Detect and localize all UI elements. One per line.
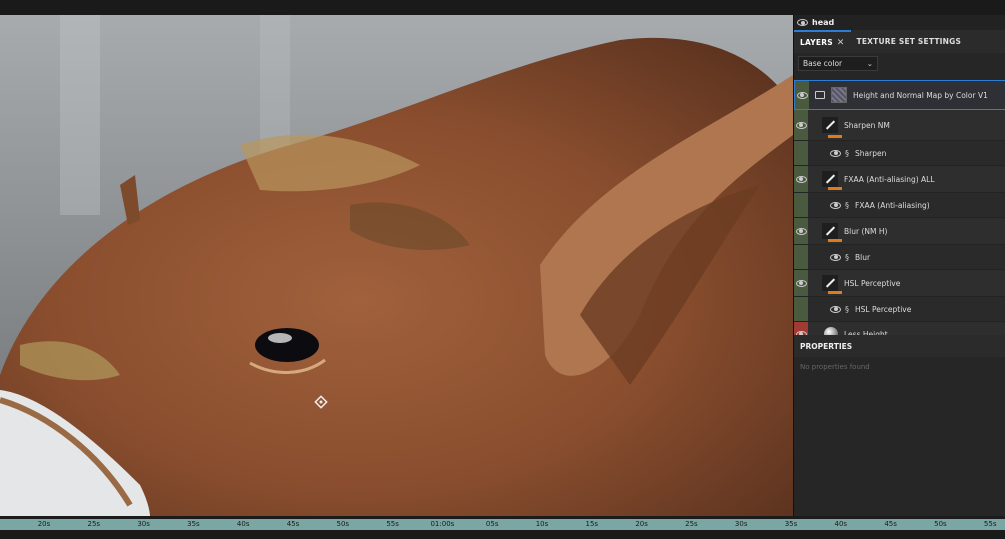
layer-visibility-strip xyxy=(794,297,808,321)
top-bar xyxy=(0,0,1005,15)
filter-icon: § xyxy=(845,148,849,158)
layer-visibility-strip xyxy=(794,193,808,217)
timeline-tick: 50s xyxy=(934,520,947,528)
timeline-tick: 25s xyxy=(87,520,101,528)
close-icon[interactable]: ✕ xyxy=(837,38,845,48)
panel-tabs: LAYERS ✕ TEXTURE SET SETTINGS xyxy=(794,30,1005,53)
eye-icon[interactable] xyxy=(830,305,841,313)
filter-name: HSL Perceptive xyxy=(855,304,912,314)
layer-visibility-strip[interactable] xyxy=(795,81,809,109)
timeline-tick: 35s xyxy=(187,520,200,528)
paint-layer-thumbnail xyxy=(822,223,838,239)
timeline-tick: 01:00s xyxy=(430,520,455,528)
properties-body: No properties found xyxy=(794,357,1005,516)
tab-texture-set-settings[interactable]: TEXTURE SET SETTINGS xyxy=(851,30,968,53)
mask-indicator xyxy=(828,187,842,190)
tab-texture-set-settings-label: TEXTURE SET SETTINGS xyxy=(856,37,962,46)
eye-icon[interactable] xyxy=(797,19,808,26)
tab-layers-label: LAYERS xyxy=(800,38,833,47)
timeline-tick: 05s xyxy=(485,520,499,528)
layer-name: Sharpen NM xyxy=(844,120,890,130)
folder-icon xyxy=(815,91,825,99)
timeline-tick: 15s xyxy=(585,520,599,528)
properties-header: PROPERTIES xyxy=(794,335,1005,357)
layer-visibility-strip[interactable] xyxy=(794,166,808,192)
eye-icon[interactable] xyxy=(795,279,807,287)
paint-layer-thumbnail xyxy=(822,275,838,291)
layer-visibility-strip[interactable] xyxy=(794,218,808,244)
eye-icon[interactable] xyxy=(795,175,807,183)
filter-icon: § xyxy=(845,200,849,210)
layer-name: Height and Normal Map by Color V1 xyxy=(853,90,988,100)
paint-layer-thumbnail xyxy=(822,171,838,187)
texture-set-header[interactable]: head xyxy=(794,15,1005,30)
layer-visibility-strip[interactable] xyxy=(794,110,808,140)
chevron-down-icon: ⌄ xyxy=(866,58,873,68)
timeline-tick: 35s xyxy=(784,520,798,528)
layer-item[interactable]: Sharpen NM xyxy=(794,110,1005,141)
filter-name: Blur xyxy=(855,252,871,262)
filter-item[interactable]: § FXAA (Anti-aliasing) xyxy=(794,193,1005,218)
timeline-track xyxy=(0,531,1005,539)
right-panel: head LAYERS ✕ TEXTURE SET SETTINGS Base … xyxy=(793,15,1005,516)
layer-item[interactable]: FXAA (Anti-aliasing) ALL xyxy=(794,166,1005,193)
folder-thumbnail xyxy=(831,87,847,103)
layer-item[interactable]: Blur (NM H) xyxy=(794,218,1005,245)
timeline-tick: 30s xyxy=(137,520,150,528)
channel-row: Base color ⌄ xyxy=(794,53,1005,73)
timeline-tick: 20s xyxy=(635,520,648,528)
timeline-tick: 25s xyxy=(685,520,698,528)
layer-folder[interactable]: Height and Normal Map by Color V1 xyxy=(794,80,1005,110)
timeline-tick: 45s xyxy=(286,520,300,528)
timeline-tick: 45s xyxy=(884,520,897,528)
eye-icon[interactable] xyxy=(830,149,841,157)
tab-layers[interactable]: LAYERS ✕ xyxy=(794,30,851,53)
layer-visibility-strip xyxy=(794,245,808,269)
properties-title: PROPERTIES xyxy=(800,341,853,351)
layer-stack: Height and Normal Map by Color V1 Sharpe… xyxy=(794,80,1005,347)
eye-icon[interactable] xyxy=(795,121,807,129)
eye-icon[interactable] xyxy=(830,253,841,261)
channel-dropdown[interactable]: Base color ⌄ xyxy=(798,55,878,71)
layer-name: HSL Perceptive xyxy=(844,278,901,288)
filter-name: Sharpen xyxy=(855,148,887,158)
timeline-tick: 55s xyxy=(983,520,997,528)
properties-empty-text: No properties found xyxy=(800,363,870,371)
layer-item[interactable]: HSL Perceptive xyxy=(794,270,1005,297)
channel-dropdown-value: Base color xyxy=(803,58,843,68)
timeline-tick: 10s xyxy=(535,520,549,528)
filter-name: FXAA (Anti-aliasing) xyxy=(855,200,930,210)
filter-item[interactable]: § Blur xyxy=(794,245,1005,270)
eye-icon[interactable] xyxy=(830,201,841,209)
texture-set-name: head xyxy=(812,18,835,27)
timeline-tick: 50s xyxy=(336,520,350,528)
eye-icon[interactable] xyxy=(796,91,808,99)
creature-render xyxy=(0,15,793,516)
layer-name: Blur (NM H) xyxy=(844,226,888,236)
timeline-ruler[interactable]: 20s 25s 30s 35s 40s 45s 50s 55s 01:00s 05s 10s 15s 2… xyxy=(0,519,1005,530)
layer-visibility-strip xyxy=(794,141,808,165)
timeline-tick: 30s xyxy=(734,520,748,528)
filter-icon: § xyxy=(845,304,849,314)
3d-viewport[interactable] xyxy=(0,15,793,516)
timeline-tick: 20s xyxy=(37,520,51,528)
timeline-tick: 40s xyxy=(834,520,848,528)
layer-name: FXAA (Anti-aliasing) ALL xyxy=(844,174,935,184)
timeline: 20s 25s 30s 35s 40s 45s 50s 55s 01:00s 05s 10s 15s 2… xyxy=(0,516,1005,539)
mask-indicator xyxy=(828,291,842,294)
filter-item[interactable]: § HSL Perceptive xyxy=(794,297,1005,322)
timeline-tick: 40s xyxy=(236,520,250,528)
filter-item[interactable]: § Sharpen xyxy=(794,141,1005,166)
eye-icon[interactable] xyxy=(795,227,807,235)
mask-indicator xyxy=(828,135,842,138)
paint-layer-thumbnail xyxy=(822,117,838,133)
mask-indicator xyxy=(828,239,842,242)
layer-visibility-strip[interactable] xyxy=(794,270,808,296)
filter-icon: § xyxy=(845,252,849,262)
timeline-tick: 55s xyxy=(386,520,399,528)
